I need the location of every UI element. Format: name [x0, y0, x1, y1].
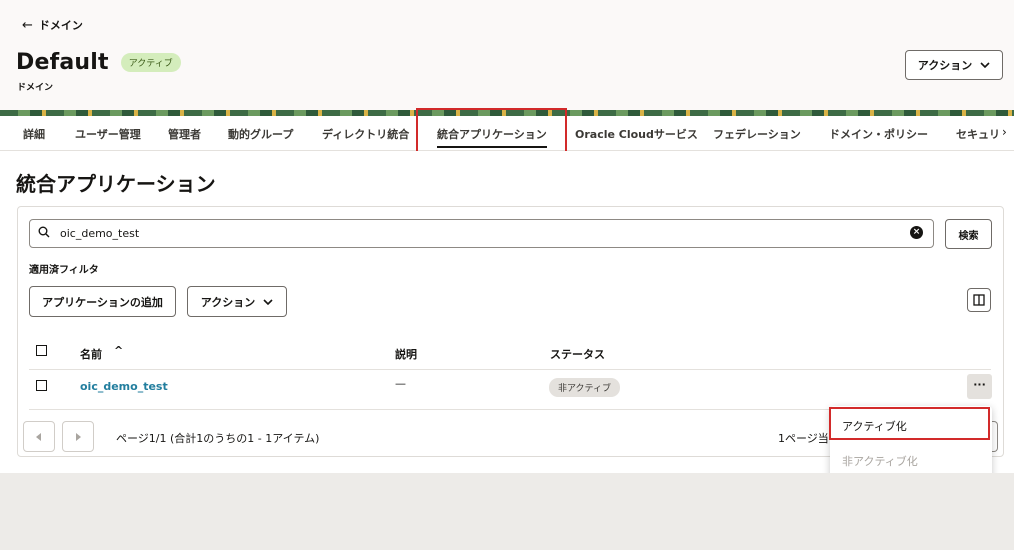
- arrow-left-icon: ←: [22, 17, 33, 33]
- row-more-actions-button[interactable]: ···: [967, 374, 992, 399]
- page-title: Default: [16, 50, 109, 75]
- page-subtitle: ドメイン: [17, 83, 54, 93]
- select-all-checkbox[interactable]: [36, 345, 47, 356]
- menu-highlight-box: [829, 407, 990, 440]
- status-badge: アクティブ: [120, 53, 181, 72]
- add-application-button[interactable]: アプリケーションの追加: [29, 286, 176, 317]
- tab-dynamic-groups[interactable]: 動的グループ: [228, 126, 293, 142]
- domain-action-label: アクション: [917, 59, 973, 72]
- sort-ascending-icon[interactable]: ^: [114, 344, 123, 357]
- tab-administrators[interactable]: 管理者: [168, 126, 201, 142]
- chevron-right-icon[interactable]: ›: [1002, 125, 1007, 139]
- columns-icon: [973, 294, 985, 306]
- menu-item-deactivate: 非アクティブ化: [842, 455, 918, 468]
- search-button[interactable]: 検索: [945, 219, 992, 249]
- breadcrumb-label: ドメイン: [38, 19, 83, 32]
- applied-filters-label: 適用済フィルタ: [29, 265, 99, 276]
- tab-domain-policy[interactable]: ドメイン・ポリシー: [829, 126, 928, 142]
- tab-oracle-cloud-services[interactable]: Oracle Cloudサービス: [575, 126, 698, 142]
- previous-page-button[interactable]: [23, 421, 55, 452]
- add-application-label: アプリケーションの追加: [42, 295, 163, 309]
- row-checkbox[interactable]: [36, 380, 47, 391]
- title-row: Default アクティブ: [16, 50, 181, 75]
- column-header-description: 説明: [395, 348, 417, 361]
- table-divider: [29, 369, 991, 370]
- pagination-summary: ページ1/1 (合計1のうちの1 - 1アイテム): [116, 432, 320, 445]
- application-name-link[interactable]: oic_demo_test: [80, 380, 168, 393]
- search-input[interactable]: [29, 219, 934, 248]
- tab-federation[interactable]: フェデレーション: [713, 126, 801, 142]
- triangle-right-icon: [76, 432, 81, 441]
- search-value: oic_demo_test: [60, 227, 140, 240]
- clear-icon[interactable]: ×: [910, 226, 923, 239]
- application-description: —: [395, 377, 406, 390]
- applications-action-button[interactable]: アクション: [187, 286, 287, 317]
- section-title: 統合アプリケーション: [16, 172, 216, 196]
- tab-security[interactable]: セキュリ: [956, 126, 1000, 142]
- domain-action-button[interactable]: アクション: [905, 50, 1003, 80]
- triangle-left-icon: [36, 432, 41, 441]
- inactive-status-badge: 非アクティブ: [549, 378, 621, 397]
- back-link[interactable]: ← ドメイン: [22, 17, 83, 33]
- applications-action-label: アクション: [200, 295, 256, 309]
- column-header-name[interactable]: 名前: [80, 346, 102, 362]
- chevron-down-icon: [980, 62, 990, 68]
- page-footer-background: [0, 473, 1014, 550]
- next-page-button[interactable]: [62, 421, 94, 452]
- tab-details[interactable]: 詳細: [23, 126, 45, 142]
- search-icon: [38, 226, 50, 238]
- per-page-label: 1ページ当: [778, 432, 829, 445]
- column-toggle-button[interactable]: [967, 288, 991, 312]
- tab-user-management[interactable]: ユーザー管理: [75, 126, 141, 142]
- tab-directory-integration[interactable]: ディレクトリ統合: [322, 126, 409, 142]
- column-header-status: ステータス: [550, 348, 605, 361]
- chevron-down-icon: [263, 298, 273, 305]
